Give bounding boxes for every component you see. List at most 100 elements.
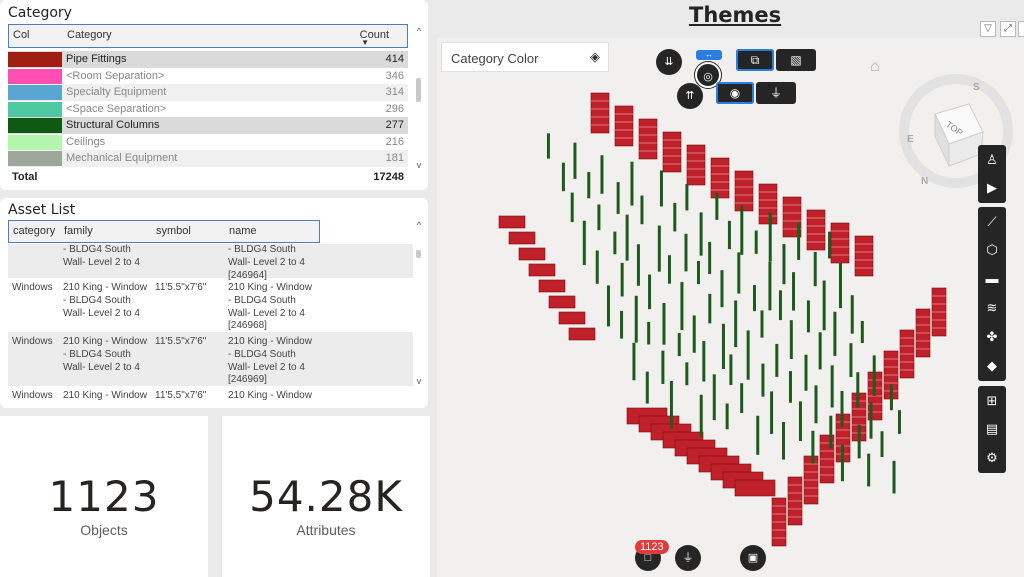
category-count: 346	[385, 69, 404, 82]
category-table-header: Col Category Count ▼	[8, 24, 408, 48]
table-row[interactable]: Windows 210 King - Window - BLDG4 South W…	[8, 278, 413, 332]
structural-column	[822, 280, 826, 331]
category-label: <Space Separation>	[66, 102, 167, 115]
camera-icon[interactable]: ▶	[978, 174, 1006, 202]
structural-column	[702, 341, 706, 382]
wall-panel	[548, 295, 576, 309]
table-row[interactable]: Windows 210 King - Window - BLDG4 South W…	[8, 332, 413, 386]
table-row[interactable]: Specialty Equipment 314	[8, 84, 408, 101]
structural-column	[872, 355, 876, 396]
structural-column	[606, 285, 610, 327]
structural-column	[708, 241, 712, 274]
structural-column	[804, 354, 808, 391]
structural-column	[897, 410, 901, 434]
structural-column	[712, 374, 716, 421]
save-icon[interactable]: ▣	[740, 545, 766, 571]
attributes-label: Attributes	[296, 522, 356, 538]
scroll-thumb[interactable]	[416, 250, 421, 258]
cell-symbol: 11'5.5"x7'6"	[155, 282, 207, 293]
cell-category: Windows	[12, 282, 53, 293]
scroll-up-icon[interactable]: ^	[414, 220, 424, 230]
structural-column	[849, 343, 853, 377]
scroll-down-icon[interactable]: v	[414, 376, 424, 386]
table-row[interactable]: <Room Separation> 346	[8, 68, 408, 85]
filter-icon[interactable]: ▽	[980, 21, 996, 37]
table-row[interactable]: - BLDG4 South Wall- Level 2 to 4 - BLDG4 …	[8, 244, 413, 281]
col-header-name[interactable]: name	[229, 225, 257, 237]
category-panel-title: Category	[8, 5, 72, 21]
structural-column	[729, 354, 733, 385]
table-row[interactable]: Mechanical Equipment 181	[8, 150, 408, 167]
cell-name: 210 King - Window - BLDG4 South Wall- Le…	[228, 336, 312, 386]
col-header-category[interactable]: Category	[67, 29, 112, 41]
objects-card: 1123 Objects	[0, 416, 208, 577]
clear-filter-icon[interactable]: ⏚	[675, 545, 701, 571]
structural-column	[647, 321, 651, 345]
isolate-icon[interactable]: ◉	[716, 82, 754, 104]
color-by-dropdown[interactable]: Category Color ◈	[441, 42, 609, 72]
table-row[interactable]: Ceilings 216	[8, 134, 408, 151]
category-label: Mechanical Equipment	[66, 152, 178, 164]
category-scrollbar[interactable]: ^ v	[414, 26, 424, 174]
table-row[interactable]: Structural Columns 277	[8, 117, 408, 134]
compass-s: S	[973, 82, 980, 93]
layers-icon[interactable]: ≋	[978, 294, 1006, 322]
structural-column	[616, 182, 620, 214]
color-swatch	[8, 151, 62, 166]
home-icon[interactable]: ⌂	[870, 58, 880, 76]
multi-select-icon[interactable]: ⧉	[736, 49, 774, 71]
collapse-down-icon[interactable]: ⇊	[656, 49, 682, 75]
expand-up-icon[interactable]: ⇈	[677, 83, 703, 109]
arrows-lr-icon[interactable]: ↔	[696, 50, 722, 60]
cell-category: Windows	[12, 390, 53, 401]
category-count: 414	[385, 53, 404, 65]
measure-icon[interactable]: ⟋	[978, 208, 1006, 236]
3d-viewer[interactable]: Category Color ◈ ⇊ ⇈ ◎ ↔ ⧉ ▧ ◉ ⏚ ⌂ TOP S…	[437, 38, 1024, 577]
table-row[interactable]: Pipe Fittings 414	[8, 51, 408, 68]
attributes-value: 54.28K	[249, 472, 403, 521]
settings-icon[interactable]: ⚙	[978, 444, 1006, 472]
col-header-category[interactable]: category	[13, 225, 55, 237]
col-header-symbol[interactable]: symbol	[156, 225, 191, 237]
structural-column	[570, 192, 574, 223]
col-header-col[interactable]: Col	[13, 29, 30, 41]
sort-desc-icon[interactable]: ▼	[361, 38, 369, 47]
person-icon[interactable]: ♙	[978, 146, 1006, 174]
color-swatch	[8, 118, 62, 133]
cell-name: 210 King - Window - BLDG4 South Wall- Le…	[228, 282, 312, 332]
hierarchy-icon[interactable]: ⊞	[978, 387, 1006, 415]
asset-table-body: - BLDG4 South Wall- Level 2 to 4 - BLDG4 …	[8, 244, 413, 406]
focus-mode-icon[interactable]: ⤢	[1000, 21, 1016, 37]
scroll-thumb[interactable]	[416, 78, 421, 102]
cube-icon[interactable]: ◆	[978, 352, 1006, 380]
structural-column	[840, 390, 844, 427]
properties-icon[interactable]: ▤	[978, 415, 1006, 443]
hatch-icon[interactable]: ▧	[776, 49, 816, 71]
asset-scrollbar[interactable]: ^ v	[414, 220, 424, 390]
wall-panel	[538, 279, 566, 293]
total-label: Total	[12, 171, 38, 183]
explode-icon[interactable]: ✤	[978, 323, 1006, 351]
structural-column	[782, 244, 786, 285]
section-box-icon[interactable]: ⬡	[978, 236, 1006, 264]
scroll-up-icon[interactable]: ^	[414, 26, 424, 36]
scroll-down-icon[interactable]: v	[414, 160, 424, 170]
structural-column	[761, 363, 765, 397]
table-row[interactable]: Windows 210 King - Window 11'5.5"x7'6" 210 …	[8, 386, 413, 406]
structural-column	[867, 453, 871, 487]
structural-column	[756, 415, 760, 455]
table-row[interactable]: <Space Separation> 296	[8, 101, 408, 118]
structural-column	[632, 342, 636, 381]
viewer-toolbar-middle: ⟋ ⬡ ▬ ≋ ✤ ◆	[978, 207, 1006, 381]
more-options-icon[interactable]	[1018, 21, 1024, 37]
col-header-family[interactable]: family	[64, 225, 93, 237]
asset-panel-title: Asset List	[8, 202, 76, 218]
structural-column	[840, 444, 844, 482]
structural-column	[692, 315, 696, 353]
folder-icon[interactable]: ▬	[978, 265, 1006, 293]
funnel-icon[interactable]: ⏚	[756, 82, 796, 104]
category-count: 216	[385, 135, 404, 148]
structural-column	[699, 212, 703, 256]
structural-column	[734, 300, 738, 348]
viewer-toolbar-top: ♙ ▶	[978, 145, 1006, 203]
